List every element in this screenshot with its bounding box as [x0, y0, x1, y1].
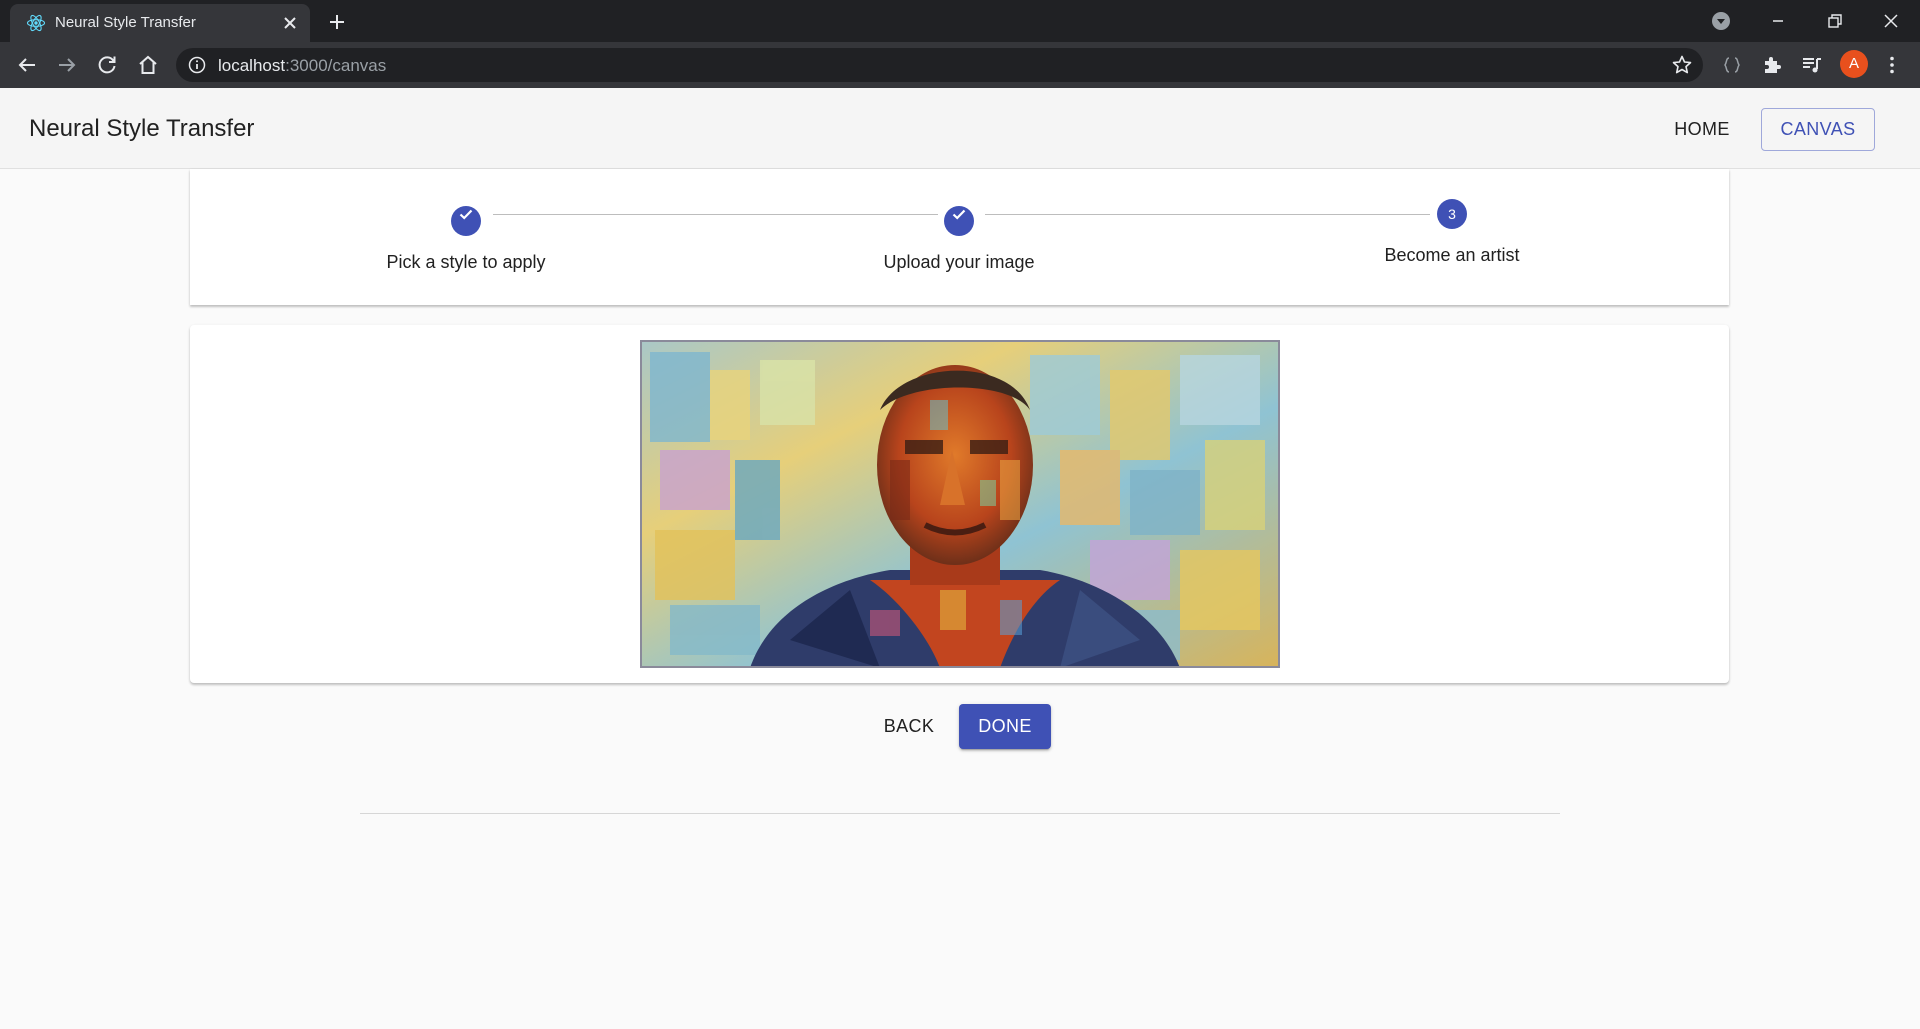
stepper: Pick a style to apply Upload your image …: [190, 169, 1729, 305]
tab-search-icon[interactable]: [1708, 8, 1734, 34]
stylized-portrait-image: [640, 340, 1280, 668]
react-favicon-icon: [26, 13, 46, 33]
arrow-back-icon[interactable]: [15, 53, 39, 77]
tab-title: Neural Style Transfer: [55, 14, 196, 31]
nav-home-button[interactable]: HOME: [1660, 108, 1744, 150]
page-divider: [360, 813, 1560, 814]
step-number: 3: [1437, 199, 1467, 229]
menu-dots-icon[interactable]: [1880, 53, 1904, 77]
step-completed-indicator: [944, 206, 974, 236]
arrow-forward-icon[interactable]: [55, 53, 79, 77]
browser-toolbar: localhost:3000/canvas A: [0, 42, 1920, 88]
url-path: :3000/canvas: [285, 56, 387, 75]
step-label: Pick a style to apply: [386, 252, 546, 272]
check-icon: [952, 209, 966, 220]
step-label: Upload your image: [883, 252, 1035, 272]
app-bar: Neural Style Transfer HOME CANVAS: [0, 88, 1920, 169]
address-bar[interactable]: localhost:3000/canvas: [176, 48, 1703, 82]
home-icon[interactable]: [136, 53, 160, 77]
window-close-icon[interactable]: [1878, 8, 1904, 34]
restore-icon[interactable]: [1821, 8, 1847, 34]
info-icon[interactable]: [188, 56, 206, 74]
url-host: localhost: [218, 56, 286, 75]
plus-icon[interactable]: [325, 10, 349, 34]
step-completed-indicator: [451, 206, 481, 236]
close-icon[interactable]: [280, 13, 300, 33]
extensions-icon[interactable]: [1760, 53, 1784, 77]
star-icon[interactable]: [1671, 54, 1693, 76]
done-button[interactable]: DONE: [959, 704, 1051, 749]
back-button[interactable]: BACK: [866, 704, 952, 748]
browser-tab[interactable]: Neural Style Transfer: [10, 4, 310, 42]
minimize-icon[interactable]: [1765, 8, 1791, 34]
browser-tab-bar: Neural Style Transfer: [0, 0, 1920, 42]
canvas-card: [190, 325, 1729, 683]
profile-avatar[interactable]: A: [1840, 50, 1868, 78]
step-label: Become an artist: [1384, 245, 1520, 265]
code-extension-icon[interactable]: [1720, 53, 1744, 77]
url-text: localhost:3000/canvas: [218, 56, 386, 76]
nav-canvas-button[interactable]: CANVAS: [1761, 108, 1875, 151]
app-title: Neural Style Transfer: [29, 115, 255, 142]
step-upload-image: Upload your image: [809, 199, 1109, 273]
reload-icon[interactable]: [95, 53, 119, 77]
step-become-artist: 3 Become an artist: [1302, 199, 1602, 266]
step-pick-style: Pick a style to apply: [316, 199, 616, 273]
check-icon: [459, 209, 473, 220]
media-icon[interactable]: [1800, 53, 1824, 77]
